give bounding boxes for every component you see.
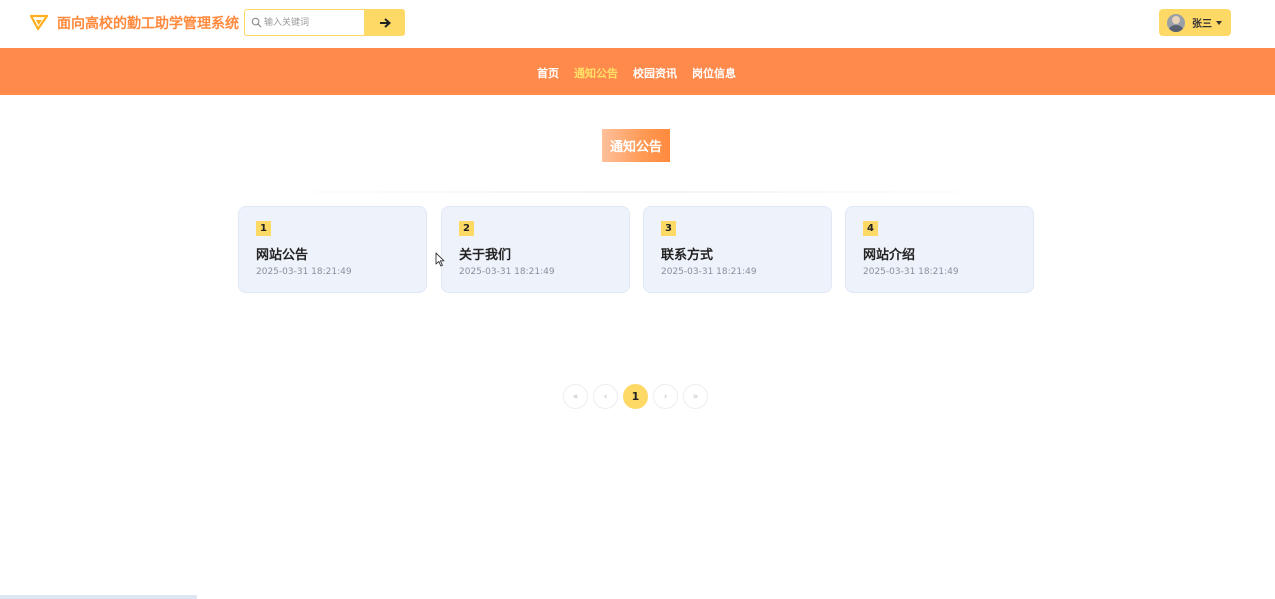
notice-date: 2025-03-31 18:21:49 <box>863 267 959 277</box>
notice-title: 网站公告 <box>256 248 309 263</box>
mouse-cursor-icon <box>435 252 445 267</box>
notice-card[interactable]: 1 网站公告 2025-03-31 18:21:49 <box>238 206 427 293</box>
notice-title: 关于我们 <box>459 248 512 263</box>
nav-item-home[interactable]: 首页 <box>537 65 559 81</box>
user-menu-button[interactable]: 张三 <box>1159 9 1231 36</box>
user-name: 张三 <box>1192 19 1212 30</box>
pagination-next-button[interactable]: › <box>653 384 678 409</box>
pagination-first-button[interactable]: « <box>563 384 588 409</box>
notice-card[interactable]: 3 联系方式 2025-03-31 18:21:49 <box>643 206 832 293</box>
notice-date: 2025-03-31 18:21:49 <box>256 267 352 277</box>
bottom-scroll-indicator <box>0 595 197 599</box>
search-input[interactable] <box>264 14 360 32</box>
notice-date: 2025-03-31 18:21:49 <box>459 267 555 277</box>
notice-card[interactable]: 4 网站介绍 2025-03-31 18:21:49 <box>845 206 1034 293</box>
section-divider <box>238 191 1034 193</box>
notice-number-badge: 4 <box>863 221 878 236</box>
notice-card[interactable]: 2 关于我们 2025-03-31 18:21:49 <box>441 206 630 293</box>
notice-number-badge: 2 <box>459 221 474 236</box>
nav-item-campus-news[interactable]: 校园资讯 <box>633 65 677 81</box>
logo-icon <box>30 14 48 31</box>
section-title: 通知公告 <box>602 129 670 162</box>
pagination-last-button[interactable]: » <box>683 384 708 409</box>
pagination-prev-button[interactable]: ‹ <box>593 384 618 409</box>
site-title[interactable]: 面向高校的勤工助学管理系统 <box>57 13 239 33</box>
arrow-right-icon <box>379 17 391 28</box>
nav-item-jobs[interactable]: 岗位信息 <box>692 65 736 81</box>
nav-item-notices[interactable]: 通知公告 <box>574 65 618 81</box>
notice-title: 联系方式 <box>661 248 714 263</box>
notice-title: 网站介绍 <box>863 248 916 263</box>
main-nav: 首页 通知公告 校园资讯 岗位信息 <box>0 48 1275 95</box>
top-bar: 面向高校的勤工助学管理系统 张三 <box>0 0 1275 48</box>
caret-down-icon <box>1216 20 1222 25</box>
pagination-page-button[interactable]: 1 <box>623 384 648 409</box>
notice-number-badge: 1 <box>256 221 271 236</box>
search-box <box>244 9 365 36</box>
avatar-icon <box>1167 13 1185 32</box>
search-button[interactable] <box>364 9 405 36</box>
notice-number-badge: 3 <box>661 221 676 236</box>
notice-date: 2025-03-31 18:21:49 <box>661 267 757 277</box>
search-icon <box>251 17 262 28</box>
